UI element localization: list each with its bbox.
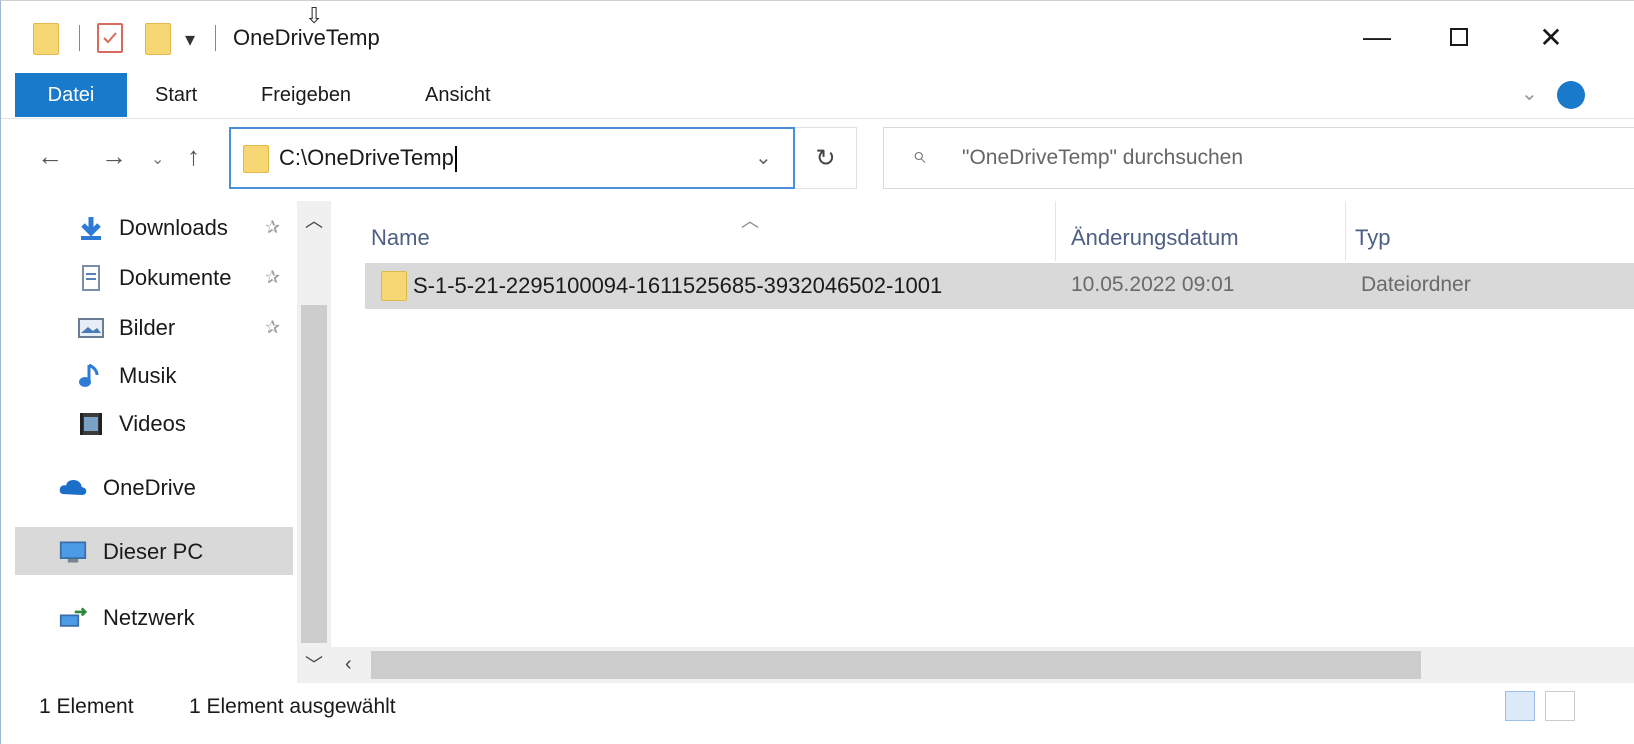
sidebar-item-label: Netzwerk xyxy=(103,605,195,630)
close-icon[interactable]: ✕ xyxy=(1521,15,1581,59)
refresh-icon[interactable]: ↻ xyxy=(795,127,857,189)
scrollbar-thumb[interactable] xyxy=(301,305,327,643)
status-bar: 1 Element 1 Element ausgewählt xyxy=(1,683,1634,744)
sidebar-item-musik[interactable]: Musik xyxy=(1,351,301,399)
toolbar-separator xyxy=(215,25,216,51)
tab-freigeben[interactable]: Freigeben xyxy=(261,73,351,117)
ribbon-tabs: Datei Start Freigeben Ansicht ⌄ xyxy=(1,73,1634,119)
column-label: Name xyxy=(371,225,430,250)
pictures-icon xyxy=(78,318,104,338)
address-bar[interactable]: C:\OneDriveTemp ⌄ xyxy=(229,127,795,189)
sidebar-item-netzwerk[interactable]: Netzwerk xyxy=(1,593,301,641)
minimize-icon[interactable]: — xyxy=(1347,15,1407,59)
sidebar-item-videos[interactable]: Videos xyxy=(1,399,301,447)
forward-arrow-icon[interactable]: → xyxy=(101,141,127,172)
large-icons-view-icon[interactable] xyxy=(1545,691,1575,721)
sidebar-item-label: Bilder xyxy=(119,315,176,340)
item-count: 1 Element xyxy=(39,695,134,718)
video-icon xyxy=(80,413,102,435)
file-name: S-1-5-21-2295100094-1611525685-393204650… xyxy=(413,273,943,298)
column-divider[interactable] xyxy=(1345,201,1346,261)
toolbar-separator xyxy=(79,25,80,51)
address-input[interactable]: C:\OneDriveTemp xyxy=(279,145,457,173)
sidebar-item-label: Dokumente xyxy=(119,265,232,290)
text-caret xyxy=(454,146,457,173)
search-icon: ⌕ xyxy=(912,142,926,169)
sidebar-item-label: Dieser PC xyxy=(103,539,204,564)
search-input[interactable]: "OneDriveTemp" durchsuchen xyxy=(962,146,1243,170)
scrollbar-thumb[interactable] xyxy=(371,651,1421,679)
address-dropdown-chevron-icon[interactable]: ⌄ xyxy=(755,145,772,170)
horizontal-scrollbar[interactable]: ‹ xyxy=(331,647,1634,683)
tab-datei[interactable]: Datei xyxy=(15,73,127,117)
recent-locations-chevron-icon[interactable]: ⌄ xyxy=(151,149,164,169)
sidebar-item-label: Downloads xyxy=(119,215,228,240)
pin-icon[interactable]: ✰ xyxy=(265,317,280,338)
new-folder-icon[interactable] xyxy=(145,23,171,55)
sidebar-item-dokumente[interactable]: Dokumente ✰ xyxy=(1,253,301,301)
file-list: ︿ Name Änderungsdatum Typ S-1-5-21-22951… xyxy=(331,201,1634,647)
title-bar: ▾ OneDriveTemp ⇩ — ✕ xyxy=(1,1,1634,73)
up-arrow-icon[interactable]: ↑ xyxy=(187,141,200,172)
cloud-icon xyxy=(59,480,87,495)
pin-icon[interactable]: ✰ xyxy=(265,217,280,238)
back-arrow-icon[interactable]: ← xyxy=(37,141,63,172)
sidebar-item-label: OneDrive xyxy=(103,475,196,500)
computer-icon xyxy=(59,541,87,563)
sidebar-item-label: Videos xyxy=(119,411,186,436)
maximize-icon[interactable] xyxy=(1429,15,1489,59)
pin-icon[interactable]: ✰ xyxy=(265,267,280,288)
sidebar-item-bilder[interactable]: Bilder ✰ xyxy=(1,303,301,351)
quick-access-dropdown[interactable]: ▾ xyxy=(185,27,195,52)
column-label: Typ xyxy=(1355,225,1391,250)
sort-ascending-icon: ︿ xyxy=(741,211,759,231)
download-arrow-icon xyxy=(81,217,101,240)
folder-icon xyxy=(33,23,59,55)
properties-icon[interactable] xyxy=(97,23,123,53)
sidebar-item-dieser-pc[interactable]: Dieser PC xyxy=(15,527,293,575)
folder-icon xyxy=(243,145,269,173)
search-box[interactable]: ⌕ "OneDriveTemp" durchsuchen xyxy=(883,127,1634,189)
scroll-up-icon[interactable]: ︿ xyxy=(305,207,323,233)
navigation-pane: Downloads ✰ Dokumente ✰ Bilder ✰ Musik V… xyxy=(1,201,331,683)
file-type: Dateiordner xyxy=(1361,273,1471,296)
details-view-icon[interactable] xyxy=(1505,691,1535,721)
navigation-scrollbar[interactable]: ︿ ﹀ xyxy=(297,201,331,683)
explorer-window: ▾ OneDriveTemp ⇩ — ✕ Datei Start Freigeb… xyxy=(0,0,1634,744)
file-modified: 10.05.2022 09:01 xyxy=(1071,273,1235,296)
folder-icon xyxy=(381,271,407,301)
scroll-down-icon[interactable]: ﹀ xyxy=(305,651,323,677)
ribbon-expand-chevron-icon[interactable]: ⌄ xyxy=(1521,81,1538,106)
address-path: C:\OneDriveTemp xyxy=(279,145,454,170)
address-row: ← → ⌄ ↑ C:\OneDriveTemp ⌄ ↻ ⌕ "OneDriveT… xyxy=(1,119,1634,201)
sidebar-item-downloads[interactable]: Downloads ✰ xyxy=(1,203,301,251)
document-icon xyxy=(82,265,100,291)
music-note-icon xyxy=(79,363,99,387)
tab-ansicht[interactable]: Ansicht xyxy=(425,73,491,117)
sidebar-item-label: Musik xyxy=(119,363,177,388)
network-icon xyxy=(59,607,87,627)
column-divider[interactable] xyxy=(1055,201,1056,261)
table-row[interactable]: S-1-5-21-2295100094-1611525685-393204650… xyxy=(365,263,1634,309)
scroll-left-icon[interactable]: ‹ xyxy=(345,653,352,676)
column-label: Änderungsdatum xyxy=(1071,225,1239,250)
mouse-cursor-icon: ⇩ xyxy=(305,3,324,28)
help-icon[interactable] xyxy=(1557,81,1585,109)
selection-count: 1 Element ausgewählt xyxy=(189,695,396,718)
sidebar-item-onedrive[interactable]: OneDrive xyxy=(1,463,301,511)
tab-start[interactable]: Start xyxy=(155,73,197,117)
